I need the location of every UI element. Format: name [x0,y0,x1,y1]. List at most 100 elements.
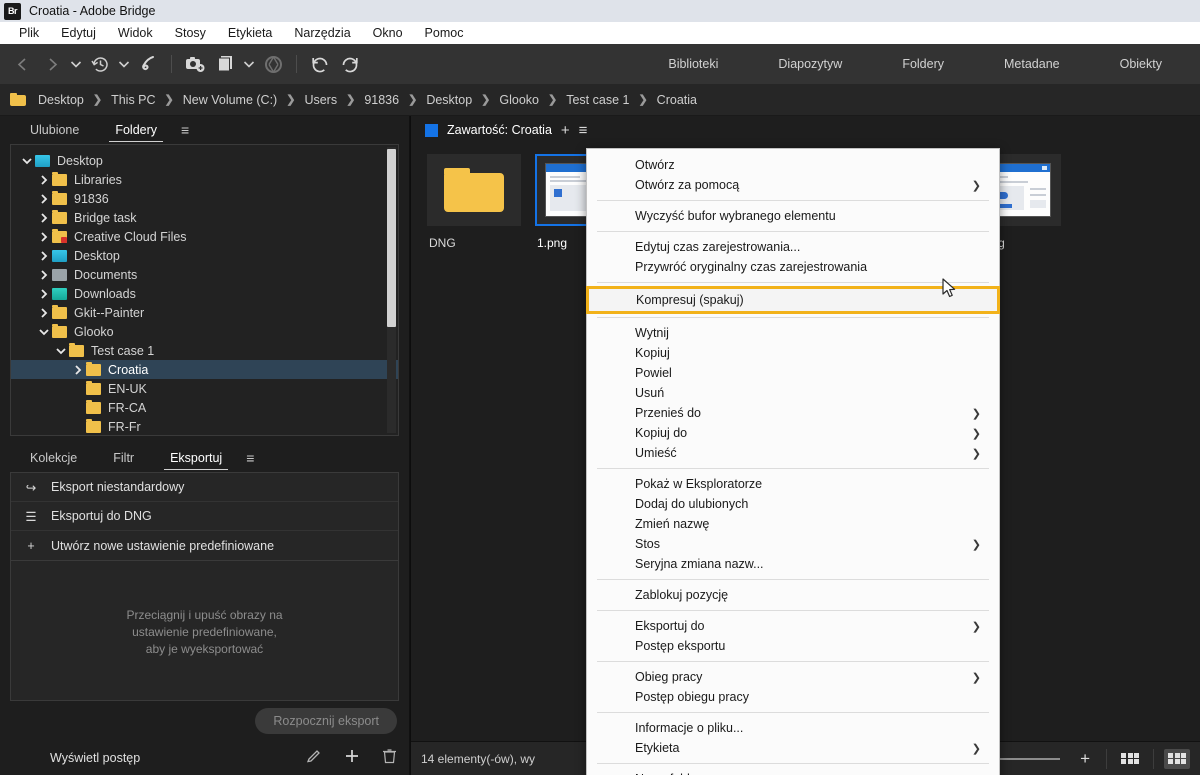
breadcrumb-item[interactable]: Glooko [492,93,546,107]
export-preset-1[interactable]: ↪ Eksport niestandardowy [11,473,398,502]
context-menu-item-postęp-eksportu[interactable]: Postęp eksportu [587,636,999,656]
tree-item-en-uk[interactable]: EN-UK [11,379,398,398]
chevron-right-icon[interactable] [36,174,52,185]
context-menu-item-pokaż-w-eksploratorze[interactable]: Pokaż w Eksploratorze [587,474,999,494]
boomerang-icon[interactable] [134,50,162,78]
back-icon[interactable] [8,50,36,78]
context-menu-item-usuń[interactable]: Usuń [587,383,999,403]
context-menu-item-informacje-o-pliku[interactable]: Informacje o pliku... [587,718,999,738]
tree-item-desktop[interactable]: Desktop [11,151,398,170]
export-preset-3[interactable]: + Utwórz nowe ustawienie predefiniowane [11,531,398,560]
tree-item-desktop[interactable]: Desktop [11,246,398,265]
context-menu-item-edytuj-czas-zarejestrowania[interactable]: Edytuj czas zarejestrowania... [587,237,999,257]
breadcrumb-item[interactable]: 91836 [357,93,406,107]
context-menu-item-nowy-folder[interactable]: Nowy folder [587,769,999,775]
export-tab-menu-icon[interactable]: ≡ [246,450,254,466]
tree-item-test-case-1[interactable]: Test case 1 [11,341,398,360]
chevron-down-icon[interactable] [19,157,35,165]
breadcrumb-item[interactable]: Desktop [419,93,479,107]
tree-item-fr-ca[interactable]: FR-CA [11,398,398,417]
panel-splitter[interactable] [0,436,409,444]
workspace-tab-metadane[interactable]: Metadane [974,57,1090,71]
workspace-tab-foldery[interactable]: Foldery [872,57,974,71]
panel-tab-menu-icon[interactable]: ≡ [181,122,189,138]
grid-view-button[interactable] [1117,749,1143,769]
context-menu-item-kopiuj[interactable]: Kopiuj [587,343,999,363]
breadcrumb-item[interactable]: Test case 1 [559,93,636,107]
tree-item-gkit-painter[interactable]: Gkit--Painter [11,303,398,322]
tree-item-creative-cloud-files[interactable]: Creative Cloud Files [11,227,398,246]
context-menu-item-otwórz-za-pomocą[interactable]: Otwórz za pomocą ❯ [587,175,999,195]
rotate-cw-icon[interactable] [336,50,364,78]
folder-thumbnail[interactable] [427,154,521,226]
workspace-tab-biblioteki[interactable]: Biblioteki [638,57,748,71]
context-menu-item-otwórz[interactable]: Otwórz [587,155,999,175]
recent-history-icon[interactable] [86,50,114,78]
zoom-in-icon[interactable]: + [1074,749,1096,769]
plus-icon[interactable] [344,748,360,769]
context-menu-item-etykieta[interactable]: Etykieta ❯ [587,738,999,758]
tree-item-91836[interactable]: 91836 [11,189,398,208]
tree-item-fr-fr[interactable]: FR-Fr [11,417,398,435]
chevron-down-icon[interactable] [53,347,69,355]
breadcrumb-item[interactable]: Desktop [31,93,91,107]
context-menu-item-kopiuj-do[interactable]: Kopiuj do ❯ [587,423,999,443]
context-menu-item-przenieś-do[interactable]: Przenieś do ❯ [587,403,999,423]
context-menu-item-przywróć-oryginalny-czas-zarejestrowania[interactable]: Przywróć oryginalny czas zarejestrowania [587,257,999,277]
breadcrumb-item[interactable]: New Volume (C:) [176,93,284,107]
thumbnail-cell[interactable]: DNG [427,154,527,250]
chevron-right-icon[interactable] [36,288,52,299]
export-preset-2[interactable]: ☰ Eksportuj do DNG [11,502,398,531]
panel-tab-ulubione[interactable]: Ulubione [12,123,97,137]
chevron-right-icon[interactable] [36,231,52,242]
menu-item-etykieta[interactable]: Etykieta [217,26,283,40]
context-menu-item-obieg-pracy[interactable]: Obieg pracy ❯ [587,667,999,687]
tree-item-documents[interactable]: Documents [11,265,398,284]
get-photos-camera-icon[interactable] [181,50,209,78]
breadcrumb-item[interactable]: This PC [104,93,162,107]
refine-aperture-icon[interactable] [259,50,287,78]
export-tab-eksportuj[interactable]: Eksportuj [152,451,240,470]
rotate-ccw-icon[interactable] [306,50,334,78]
tree-item-libraries[interactable]: Libraries [11,170,398,189]
context-menu-item-seryjna-zmiana-nazw[interactable]: Seryjna zmiana nazw... [587,554,999,574]
context-menu-item-wyczyść-bufor-wybranego-elementu[interactable]: Wyczyść bufor wybranego elementu [587,206,999,226]
history-chevron-down-icon[interactable] [116,50,132,78]
panel-tab-foldery[interactable]: Foldery [97,123,175,142]
trash-icon[interactable] [382,748,397,769]
workspace-tab-obiekty[interactable]: Obiekty [1090,57,1192,71]
thumbnail-view-button[interactable] [1164,748,1190,769]
workspace-tab-diapozytyw[interactable]: Diapozytyw [748,57,872,71]
chevron-down-icon[interactable] [36,328,52,336]
context-menu-item-wytnij[interactable]: Wytnij [587,323,999,343]
context-menu-item-powiel[interactable]: Powiel [587,363,999,383]
forward-icon[interactable] [38,50,66,78]
tree-item-downloads[interactable]: Downloads [11,284,398,303]
menu-item-stosy[interactable]: Stosy [164,26,217,40]
context-menu-item-dodaj-do-ulubionych[interactable]: Dodaj do ulubionych [587,494,999,514]
context-menu-item-postęp-obiegu-pracy[interactable]: Postęp obiegu pracy [587,687,999,707]
tree-item-bridge-task[interactable]: Bridge task [11,208,398,227]
context-menu[interactable]: Otwórz Otwórz za pomocą ❯ Wyczyść bufor wyb… [586,148,1000,775]
chevron-right-icon[interactable] [36,307,52,318]
context-menu-item-stos[interactable]: Stos ❯ [587,534,999,554]
context-menu-item-umieść[interactable]: Umieść ❯ [587,443,999,463]
menu-item-pomoc[interactable]: Pomoc [414,26,475,40]
menu-item-okno[interactable]: Okno [362,26,414,40]
chevron-right-icon[interactable] [70,364,86,375]
chevron-right-icon[interactable] [36,212,52,223]
add-panel-icon[interactable]: + [561,122,570,139]
start-export-button[interactable]: Rozpocznij eksport [255,708,397,734]
export-tab-kolekcje[interactable]: Kolekcje [12,451,95,465]
tree-item-croatia[interactable]: Croatia [11,360,398,379]
menu-item-narzędzia[interactable]: Narzędzia [283,26,361,40]
menu-item-widok[interactable]: Widok [107,26,164,40]
chevron-right-icon[interactable] [36,250,52,261]
menu-item-plik[interactable]: Plik [8,26,50,40]
batch-icon[interactable] [211,50,239,78]
breadcrumb-item[interactable]: Croatia [650,93,704,107]
breadcrumb-item[interactable]: Users [297,93,344,107]
folder-tree-scrollbar-thumb[interactable] [387,149,396,327]
context-menu-item-zablokuj-pozycję[interactable]: Zablokuj pozycję [587,585,999,605]
context-menu-item-kompresuj-spakuj[interactable]: Kompresuj (spakuj) [586,286,1000,314]
